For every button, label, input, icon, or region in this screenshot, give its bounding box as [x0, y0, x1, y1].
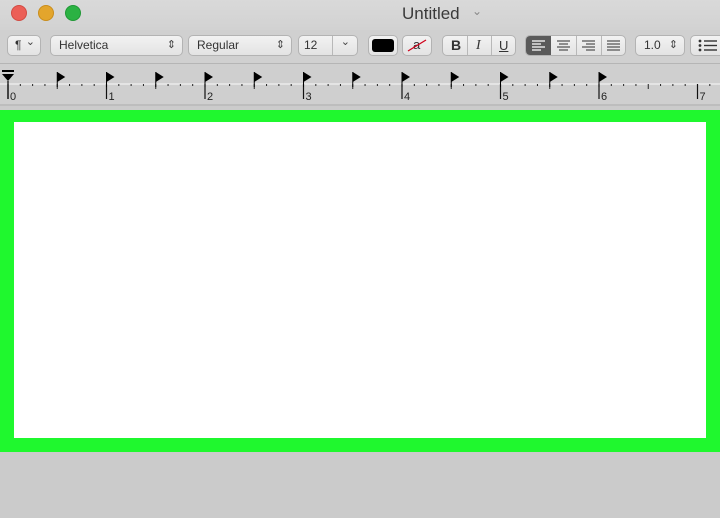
- left-indent-marker: [2, 74, 14, 81]
- stepper-icon: ⇕: [668, 39, 678, 51]
- list-bullets-icon: [698, 39, 717, 52]
- no-color-slash-icon: [407, 39, 427, 52]
- align-left-icon: [532, 40, 545, 51]
- stepper-icon: ⇕: [166, 39, 176, 51]
- ruler-label: 5: [503, 91, 509, 103]
- list-style-button[interactable]: [690, 35, 720, 56]
- italic-button[interactable]: I: [476, 36, 481, 55]
- align-right-button[interactable]: [576, 36, 601, 55]
- tab-stop-marker: [500, 72, 509, 82]
- chevron-down-icon: ⌄: [25, 36, 35, 48]
- tab-stop-marker: [451, 72, 460, 82]
- font-style-value: Regular: [197, 38, 240, 52]
- alignment-group: [525, 35, 626, 56]
- title-bar: Untitled ⌄: [0, 0, 720, 30]
- font-size-combo[interactable]: 12 ⌄: [298, 35, 358, 56]
- divider: [491, 36, 492, 55]
- ruler-label: 2: [207, 91, 213, 103]
- document-title[interactable]: Untitled: [402, 4, 460, 24]
- align-center-button[interactable]: [551, 36, 576, 55]
- tab-stop-marker: [402, 72, 410, 82]
- line-spacing-select[interactable]: 1.0 ⇕: [635, 35, 685, 56]
- close-window-button[interactable]: [11, 5, 27, 21]
- tab-stop-marker: [254, 72, 263, 82]
- align-justify-icon: [607, 40, 620, 51]
- ruler-label: 6: [601, 91, 607, 103]
- tab-stop-marker: [155, 72, 164, 82]
- first-line-indent-marker: [2, 70, 14, 72]
- divider: [467, 36, 468, 55]
- highlight-color-button[interactable]: a: [402, 35, 432, 56]
- tab-stop-marker: [599, 72, 607, 82]
- ruler-label: 1: [109, 91, 115, 103]
- ruler[interactable]: 0 1 2 3 4 5 6 7: [0, 64, 720, 104]
- ruler-label: 7: [700, 91, 706, 103]
- tab-stop-marker: [57, 72, 66, 82]
- text-color-button[interactable]: [368, 35, 398, 56]
- zoom-window-button[interactable]: [65, 5, 81, 21]
- font-family-value: Helvetica: [59, 38, 109, 52]
- stepper-icon: ⇕: [275, 39, 285, 51]
- divider: [0, 104, 720, 106]
- minimize-window-button[interactable]: [38, 5, 54, 21]
- divider: [332, 36, 333, 55]
- align-center-icon: [557, 40, 570, 51]
- align-right-icon: [582, 40, 595, 51]
- tab-stop-marker: [303, 72, 312, 82]
- chevron-down-icon[interactable]: ⌄: [472, 4, 482, 18]
- ruler-scale: 0 1 2 3 4 5 6 7: [0, 70, 720, 103]
- font-size-input[interactable]: 12: [304, 36, 317, 55]
- text-color-swatch: [372, 39, 394, 52]
- tab-stop-marker: [549, 72, 558, 82]
- font-family-select[interactable]: Helvetica ⇕: [50, 35, 183, 56]
- underline-button[interactable]: U: [499, 36, 508, 55]
- align-justify-button[interactable]: [601, 36, 625, 55]
- tab-stop-marker: [106, 72, 115, 82]
- align-left-button[interactable]: [526, 36, 551, 55]
- format-toolbar: ¶ ⌄ Helvetica ⇕ Regular ⇕ 12 ⌄ a B I U 1…: [0, 30, 720, 64]
- document-text-area[interactable]: [14, 122, 706, 438]
- ruler-label: 0: [10, 91, 16, 103]
- pilcrow-icon: ¶: [15, 38, 22, 52]
- tab-stop-marker: [205, 72, 213, 82]
- text-style-group: B I U: [442, 35, 516, 56]
- ruler-label: 4: [404, 91, 410, 103]
- bold-button[interactable]: B: [451, 36, 461, 55]
- chevron-down-icon[interactable]: ⌄: [341, 33, 350, 52]
- paragraph-styles-button[interactable]: ¶ ⌄: [7, 35, 41, 56]
- tab-stop-marker: [352, 72, 361, 82]
- line-spacing-value: 1.0: [644, 38, 661, 52]
- ruler-label: 3: [306, 91, 312, 103]
- font-style-select[interactable]: Regular ⇕: [188, 35, 292, 56]
